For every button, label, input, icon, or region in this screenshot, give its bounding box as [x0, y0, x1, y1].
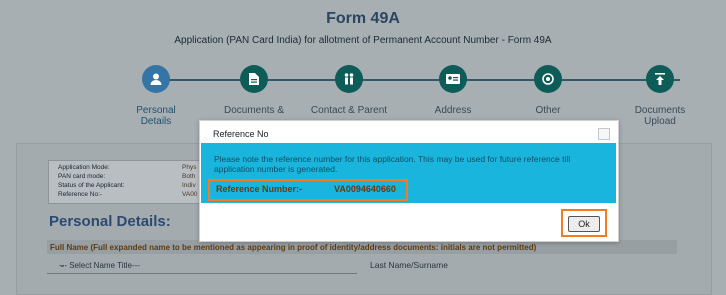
page-subtitle: Application (PAN Card India) for allotme…: [174, 35, 552, 46]
last-name-label: Last Name/Surname: [370, 260, 448, 270]
dialog-title: Reference No: [213, 129, 269, 139]
application-mode-label: Application Mode:: [58, 164, 110, 171]
step-address[interactable]: Address: [413, 65, 493, 116]
close-icon[interactable]: [598, 128, 610, 140]
id-card-icon: [439, 65, 467, 93]
applicant-status-label: Status of the Applicant:: [58, 182, 125, 189]
full-name-note: Full Name (Full expanded name to be ment…: [50, 243, 537, 252]
step-label: Personal: [136, 105, 176, 116]
step-label: Contact & Parent: [310, 105, 388, 116]
chevron-down-icon: ⌄: [59, 260, 66, 269]
personal-details-heading: Personal Details:: [49, 213, 171, 230]
reference-no-label: Reference No:-: [58, 191, 103, 198]
step-personal-details[interactable]: Personal Details: [116, 65, 196, 127]
pan-card-mode-label: PAN card mode:: [58, 173, 106, 180]
step-documents[interactable]: Documents &: [214, 65, 294, 116]
dialog-message: Please note the reference number for thi…: [214, 154, 571, 174]
user-icon: [142, 65, 170, 93]
reference-dialog: Reference No Please note the reference n…: [199, 120, 619, 242]
dialog-message-box: Please note the reference number for thi…: [201, 143, 616, 203]
application-mode-value: Phys: [182, 164, 197, 171]
step-label: Details: [140, 116, 172, 127]
page-title: Form 49A: [326, 10, 400, 27]
step-label: Upload: [644, 116, 676, 127]
upload-icon: [646, 65, 674, 93]
step-label: Documents &: [223, 105, 285, 116]
step-contact-parent[interactable]: Contact & Parent: [309, 65, 389, 116]
reference-no-value: VA00: [182, 191, 198, 198]
step-documents-upload[interactable]: Documents Upload: [620, 65, 700, 127]
name-title-select[interactable]: --- Select Name Title--- ⌄: [47, 259, 357, 274]
reference-number-label: Reference Number:-: [216, 184, 303, 194]
gear-icon: [534, 65, 562, 93]
pan-card-mode-value: Both: [182, 173, 196, 180]
document-icon: [240, 65, 268, 93]
parents-icon: [335, 65, 363, 93]
applicant-status-value: Indiv: [182, 182, 196, 189]
page-background: Form 49A Application (PAN Card India) fo…: [0, 0, 726, 295]
step-other[interactable]: Other: [508, 65, 588, 116]
step-label: Address: [434, 105, 472, 116]
application-info-box: Application Mode: Phys PAN card mode: Bo…: [48, 160, 210, 204]
ok-button[interactable]: Ok: [568, 216, 600, 232]
step-label: Documents: [634, 105, 686, 116]
reference-number-highlight: Reference Number:- VA0094640660: [208, 179, 408, 201]
step-label: Other: [535, 105, 561, 116]
reference-number-value: VA0094640660: [334, 184, 396, 194]
